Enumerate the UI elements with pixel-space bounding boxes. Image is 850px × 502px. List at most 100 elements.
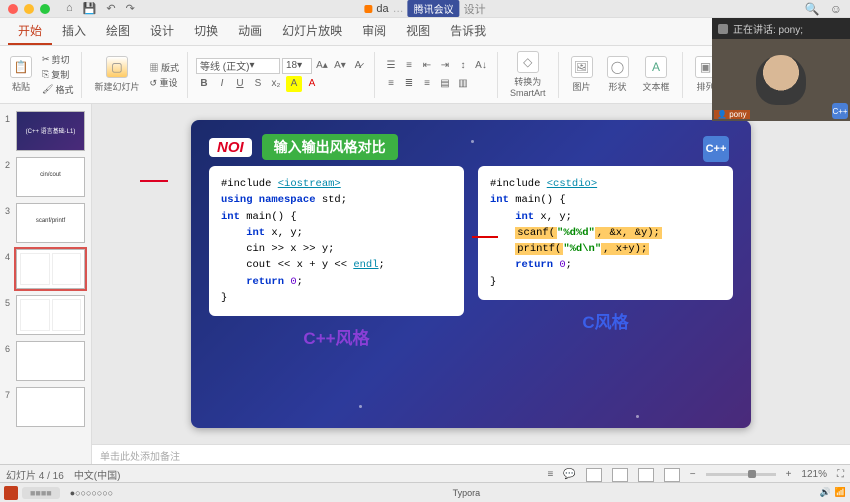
cpp-logo-icon: C++ — [703, 136, 729, 162]
format-icon[interactable]: 🖌 — [42, 84, 53, 95]
increase-font-icon[interactable]: A▴ — [314, 58, 330, 74]
tab-0[interactable]: 开始 — [8, 18, 52, 45]
zoom-in-icon[interactable]: + — [786, 469, 792, 480]
bold-icon[interactable]: B — [196, 76, 212, 92]
align-center-icon[interactable]: ≣ — [401, 76, 417, 92]
layout-btn[interactable]: ▦ — [149, 63, 161, 73]
label-c-style: C风格 — [478, 308, 733, 333]
highlight-icon[interactable]: A — [286, 76, 302, 92]
tab-8[interactable]: 视图 — [396, 18, 440, 45]
slide-canvas[interactable]: NOI 输入输出风格对比 C++ #include <iostream> usi… — [92, 104, 850, 444]
zoom-out-icon[interactable]: − — [690, 469, 696, 480]
code-block-left: #include <iostream> using namespace std;… — [209, 166, 464, 316]
tab-5[interactable]: 动画 — [228, 18, 272, 45]
presenter-avatar — [756, 55, 806, 105]
columns-icon[interactable]: ▥ — [455, 76, 471, 92]
minimize-dot[interactable] — [24, 4, 34, 14]
reset-btn[interactable]: ↺ — [149, 78, 159, 88]
justify-icon[interactable]: ▤ — [437, 76, 453, 92]
comments-toggle[interactable]: 💬 — [563, 469, 575, 480]
meeting-badge: 腾讯会议 — [408, 0, 460, 17]
thumbnail-4[interactable]: 4 — [16, 249, 85, 289]
normal-view-icon[interactable] — [586, 468, 602, 482]
bullets-icon[interactable]: ☰ — [383, 58, 399, 74]
notes-placeholder: 单击此处添加备注 — [100, 452, 180, 463]
shapes-icon[interactable]: ◯ — [607, 56, 629, 78]
new-slide-icon[interactable]: ▢ — [106, 56, 128, 78]
paste-label: 粘贴 — [12, 80, 30, 93]
textbox-icon[interactable]: A — [645, 56, 667, 78]
taskbar-app-icon[interactable] — [4, 486, 18, 500]
notes-toggle[interactable]: ≡ — [547, 469, 553, 480]
thumbnail-5[interactable]: 5 — [16, 295, 85, 335]
align-left-icon[interactable]: ≡ — [383, 76, 399, 92]
video-call-overlay[interactable]: 正在讲话: pony; 👤 pony C++ — [712, 18, 850, 121]
thumbnail-2[interactable]: 2cin/cout — [16, 157, 85, 197]
underline-icon[interactable]: U — [232, 76, 248, 92]
main-area: 1(C++ 语言基础·L1) 2cin/cout 3scanf/printf 4 5 6 7… — [0, 104, 850, 464]
font-color-icon[interactable]: A — [304, 76, 320, 92]
tray-icon[interactable]: 🔊 — [820, 487, 831, 498]
speaking-label: 正在讲话: pony; — [733, 21, 803, 36]
text-dir-icon[interactable]: A↓ — [473, 58, 489, 74]
tray-icon-2[interactable]: 📶 — [835, 487, 846, 498]
thumbnail-1[interactable]: 1(C++ 语言基础·L1) — [16, 111, 85, 151]
video-cpp-icon: C++ — [832, 103, 848, 119]
sorter-view-icon[interactable] — [612, 468, 628, 482]
taskbar-item-ppt[interactable]: ■■■■ — [22, 487, 60, 499]
zoom-slider[interactable] — [706, 473, 776, 476]
doc-suffix: 设计 — [464, 1, 486, 17]
video-call-header: 正在讲话: pony; — [712, 18, 850, 39]
sub-icon[interactable]: x₂ — [268, 76, 284, 92]
numbering-icon[interactable]: ≡ — [401, 58, 417, 74]
tab-7[interactable]: 审阅 — [352, 18, 396, 45]
language: 中文(中国) — [74, 467, 121, 482]
indent-dec-icon[interactable]: ⇤ — [419, 58, 435, 74]
close-dot[interactable] — [8, 4, 18, 14]
font-size-select[interactable]: 18 ▾ — [282, 58, 312, 74]
decrease-font-icon[interactable]: A▾ — [332, 58, 348, 74]
tab-2[interactable]: 绘图 — [96, 18, 140, 45]
code-block-right: #include <cstdio> int main() { int x, y;… — [478, 166, 733, 300]
strike-icon[interactable]: S — [250, 76, 266, 92]
font-name-select[interactable]: 等线 (正文) ▾ — [196, 58, 280, 74]
presenter-name: 👤 pony — [714, 110, 750, 119]
tab-3[interactable]: 设计 — [140, 18, 184, 45]
slide-position: 幻灯片 4 / 16 — [6, 467, 64, 482]
search-icon[interactable]: 🔍 — [805, 2, 820, 16]
mic-icon — [718, 24, 728, 34]
clear-format-icon[interactable]: A̷ — [350, 58, 366, 74]
home-icon[interactable]: ⌂ — [66, 2, 73, 15]
undo-icon[interactable]: ↶ — [106, 2, 115, 15]
indent-inc-icon[interactable]: ⇥ — [437, 58, 453, 74]
notes-pane[interactable]: 单击此处添加备注 — [92, 444, 850, 464]
share-icon[interactable]: ☺ — [830, 2, 842, 16]
taskbar-item-typora[interactable]: Typora — [445, 487, 489, 499]
line-spacing-icon[interactable]: ↕ — [455, 58, 471, 74]
tab-6[interactable]: 幻灯片放映 — [272, 18, 352, 45]
thumbnail-6[interactable]: 6 — [16, 341, 85, 381]
save-icon[interactable]: 💾 — [83, 2, 97, 15]
thumbnail-3[interactable]: 3scanf/printf — [16, 203, 85, 243]
doc-name: da — [376, 3, 388, 15]
tab-9[interactable]: 告诉我 — [440, 18, 496, 45]
zoom-value: 121% — [801, 469, 827, 480]
paste-icon[interactable]: 📋 — [10, 56, 32, 78]
copy-icon[interactable]: ⎘ — [42, 69, 49, 80]
fit-icon[interactable]: ⛶ — [837, 469, 844, 480]
tab-1[interactable]: 插入 — [52, 18, 96, 45]
app-indicator-icon — [364, 5, 372, 13]
maximize-dot[interactable] — [40, 4, 50, 14]
thumbnail-7[interactable]: 7 — [16, 387, 85, 427]
cut-icon[interactable]: ✂ — [42, 54, 50, 65]
italic-icon[interactable]: I — [214, 76, 230, 92]
slide-thumbnails[interactable]: 1(C++ 语言基础·L1) 2cin/cout 3scanf/printf 4 5 6 7 — [0, 104, 92, 464]
tab-4[interactable]: 切换 — [184, 18, 228, 45]
redo-icon[interactable]: ↷ — [126, 2, 135, 15]
picture-icon[interactable]: 🖼 — [571, 56, 593, 78]
slideshow-view-icon[interactable] — [664, 468, 680, 482]
annotation-redline-outer — [140, 180, 168, 182]
reading-view-icon[interactable] — [638, 468, 654, 482]
align-right-icon[interactable]: ≡ — [419, 76, 435, 92]
smartart-icon[interactable]: ◇ — [517, 51, 539, 73]
